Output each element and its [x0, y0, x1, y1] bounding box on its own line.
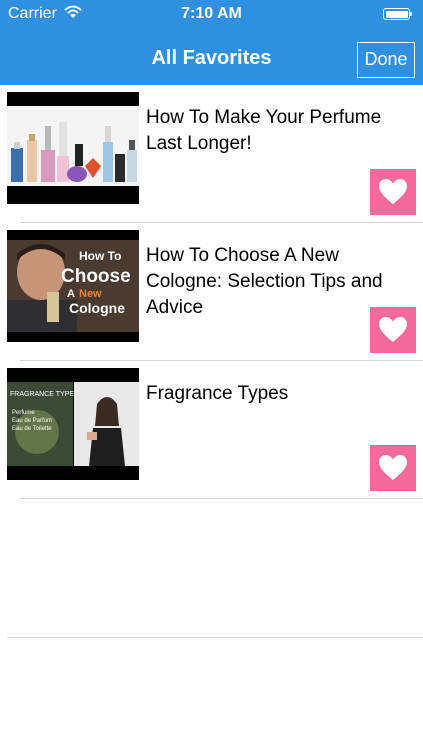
- svg-text:New: New: [79, 288, 102, 300]
- video-thumbnail-cologne: How To Choose A New Cologne: [7, 230, 139, 342]
- svg-text:Choose: Choose: [61, 266, 131, 287]
- list-item[interactable]: How To Make Your Perfume Last Longer!: [0, 85, 423, 223]
- favorite-button[interactable]: [370, 169, 416, 215]
- battery-icon: [383, 8, 412, 20]
- done-button[interactable]: Done: [357, 42, 415, 78]
- svg-text:Cologne: Cologne: [69, 300, 125, 316]
- heart-icon: [379, 455, 407, 480]
- favorite-button[interactable]: [370, 445, 416, 491]
- svg-text:A: A: [67, 288, 75, 300]
- video-thumbnail-perfume-bottles: [7, 92, 139, 204]
- svg-text:How To: How To: [79, 249, 121, 263]
- empty-row-separator: [7, 637, 423, 638]
- row-divider: [20, 498, 423, 499]
- heart-icon: [379, 317, 407, 342]
- svg-text:Perfume: Perfume: [12, 410, 35, 416]
- svg-text:Eau de Parfum: Eau de Parfum: [12, 418, 52, 424]
- heart-icon: [379, 179, 407, 204]
- favorite-button[interactable]: [370, 307, 416, 353]
- list-item[interactable]: How To Choose A New Cologne How To Choos…: [0, 223, 423, 361]
- clock: 7:10 AM: [181, 5, 242, 22]
- status-bar: Carrier 7:10 AM: [0, 0, 423, 30]
- item-title: Fragrance Types: [146, 383, 289, 404]
- svg-text:Eau de Toilette: Eau de Toilette: [12, 426, 52, 432]
- svg-text:FRAGRANCE TYPES: FRAGRANCE TYPES: [10, 391, 79, 398]
- favorites-list: How To Make Your Perfume Last Longer! Ho…: [0, 85, 423, 499]
- video-thumbnail-fragrance-types: FRAGRANCE TYPES Perfume Eau de Parfum Ea…: [7, 368, 139, 480]
- navigation-bar: All Favorites Done: [0, 30, 423, 85]
- item-title: How To Make Your Perfume Last Longer!: [146, 107, 382, 154]
- list-item[interactable]: FRAGRANCE TYPES Perfume Eau de Parfum Ea…: [0, 361, 423, 499]
